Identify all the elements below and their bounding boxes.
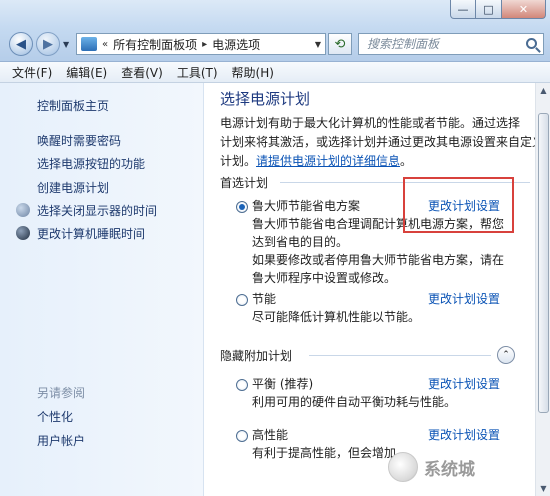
- menu-edit[interactable]: 编辑(E): [66, 64, 107, 81]
- arrow-right-icon: ▶: [43, 36, 53, 52]
- refresh-icon: ⟲: [334, 36, 346, 52]
- control-panel-icon: [81, 37, 97, 51]
- watermark-text: 系统城: [424, 459, 475, 480]
- plan-details-link[interactable]: 请提供电源计划的详细信息: [256, 154, 400, 168]
- intro-line: 电源计划有助于最大化计算机的性能或者节能。通过选择: [220, 116, 521, 130]
- plan-desc-line: 鲁大师程序中设置或修改。: [252, 271, 397, 285]
- plan-desc-line: 利用可用的硬件自动平衡功耗与性能。: [252, 395, 457, 409]
- caption-buttons: — □ ✕: [450, 0, 546, 19]
- intro-line: 计划来将其激活，或选择计划并通过更改其电源设置来自定义: [220, 135, 535, 149]
- highlight-annotation-box: [403, 177, 514, 233]
- menu-view[interactable]: 查看(V): [121, 64, 163, 81]
- window-title-bar: — □ ✕ ◀ ▶ ▼ « 所有控制面板项 ▸ 电源选项 ▼ ⟲: [0, 0, 550, 62]
- vertical-scrollbar[interactable]: ▲ ▼: [535, 83, 550, 496]
- intro-line-start: 计划。: [220, 154, 257, 168]
- plan-desc-line: 达到省电的目的。: [252, 235, 349, 249]
- display-moon-icon: [16, 203, 30, 217]
- plan-name-balanced[interactable]: 平衡 (推荐): [252, 375, 313, 392]
- sidebar-create-plan[interactable]: 创建电源计划: [37, 179, 109, 196]
- task-pane: 控制面板主页 唤醒时需要密码 选择电源按钮的功能 创建电源计划 选择关闭显示器的…: [0, 83, 204, 496]
- refresh-button[interactable]: ⟲: [328, 33, 352, 55]
- close-button[interactable]: ✕: [502, 0, 546, 19]
- sidebar-sleep-time[interactable]: 更改计算机睡眠时间: [37, 225, 145, 242]
- plan-desc-high-performance: 有利于提高性能，但会增加: [252, 444, 396, 462]
- intro-line: 计划。请提供电源计划的详细信息。: [220, 152, 530, 171]
- plan-radio-balanced[interactable]: [236, 379, 248, 391]
- see-also-heading: 另请参阅: [37, 386, 86, 400]
- menu-file[interactable]: 文件(F): [12, 64, 52, 81]
- preferred-plans-heading: 首选计划: [220, 176, 269, 190]
- plan-name-ludashi[interactable]: 鲁大师节能省电方案: [252, 197, 360, 214]
- watermark: 系统城: [388, 447, 540, 487]
- page-title: 选择电源计划: [220, 90, 311, 108]
- breadcrumb-chevron-icon[interactable]: ▸: [202, 39, 207, 50]
- breadcrumb-all-items[interactable]: 所有控制面板项: [113, 36, 197, 53]
- collapse-hidden-plans-button[interactable]: ⌃: [497, 346, 515, 364]
- plan-name-power-saver[interactable]: 节能: [252, 290, 276, 307]
- address-bar[interactable]: « 所有控制面板项 ▸ 电源选项 ▼: [76, 33, 326, 55]
- scroll-up-button[interactable]: ▲: [536, 83, 550, 98]
- sidebar-control-panel-home[interactable]: 控制面板主页: [37, 97, 109, 114]
- sleep-moon-icon: [16, 226, 30, 240]
- menu-help[interactable]: 帮助(H): [232, 64, 274, 81]
- intro-line-end: 。: [400, 154, 413, 168]
- sidebar-power-button[interactable]: 选择电源按钮的功能: [37, 155, 145, 172]
- arrow-left-icon: ◀: [16, 36, 26, 52]
- watermark-logo-icon: [388, 452, 418, 482]
- sidebar-display-off-time[interactable]: 选择关闭显示器的时间: [37, 202, 157, 219]
- address-overflow[interactable]: «: [102, 39, 108, 50]
- minimize-button[interactable]: —: [450, 0, 476, 19]
- change-plan-settings-power-saver[interactable]: 更改计划设置: [428, 290, 500, 307]
- plan-radio-ludashi[interactable]: [236, 201, 248, 213]
- search-box[interactable]: [358, 33, 544, 55]
- change-plan-settings-high-performance[interactable]: 更改计划设置: [428, 426, 500, 443]
- section-divider: [309, 355, 491, 356]
- chevron-up-icon: ⌃: [502, 350, 510, 360]
- main-content: 选择电源计划 电源计划有助于最大化计算机的性能或者节能。通过选择 计划来将其激活…: [205, 83, 535, 496]
- plan-name-high-performance[interactable]: 高性能: [252, 426, 288, 443]
- sidebar-wake-password[interactable]: 唤醒时需要密码: [37, 132, 121, 149]
- hidden-plans-heading: 隐藏附加计划: [220, 349, 293, 363]
- search-input[interactable]: [359, 37, 519, 51]
- change-plan-settings-balanced[interactable]: 更改计划设置: [428, 375, 500, 392]
- address-dropdown-icon[interactable]: ▼: [315, 40, 321, 49]
- plan-desc-line: 有利于提高性能，但会增加: [252, 446, 397, 460]
- scroll-thumb[interactable]: [538, 113, 549, 413]
- forward-button[interactable]: ▶: [36, 32, 60, 56]
- recent-pages-dropdown[interactable]: ▼: [63, 40, 69, 49]
- breadcrumb-power-options[interactable]: 电源选项: [212, 36, 260, 53]
- intro-text: 电源计划有助于最大化计算机的性能或者节能。通过选择 计划来将其激活，或选择计划并…: [220, 114, 535, 171]
- plan-desc-line: 尽可能降低计算机性能以节能。: [252, 310, 421, 324]
- sidebar-user-accounts[interactable]: 用户帐户: [37, 432, 85, 449]
- plan-desc-power-saver: 尽可能降低计算机性能以节能。: [252, 308, 420, 326]
- plan-desc-balanced: 利用可用的硬件自动平衡功耗与性能。: [252, 393, 456, 411]
- search-icon[interactable]: [526, 38, 537, 49]
- menu-tools[interactable]: 工具(T): [177, 64, 218, 81]
- plan-radio-power-saver[interactable]: [236, 294, 248, 306]
- back-button[interactable]: ◀: [9, 32, 33, 56]
- maximize-button[interactable]: □: [476, 0, 502, 19]
- plan-radio-high-performance[interactable]: [236, 430, 248, 442]
- plan-desc-line: 如果要修改或者停用鲁大师节能省电方案，请在: [252, 253, 505, 267]
- sidebar-personalization[interactable]: 个性化: [37, 408, 73, 425]
- menu-bar: 文件(F) 编辑(E) 查看(V) 工具(T) 帮助(H): [0, 62, 550, 83]
